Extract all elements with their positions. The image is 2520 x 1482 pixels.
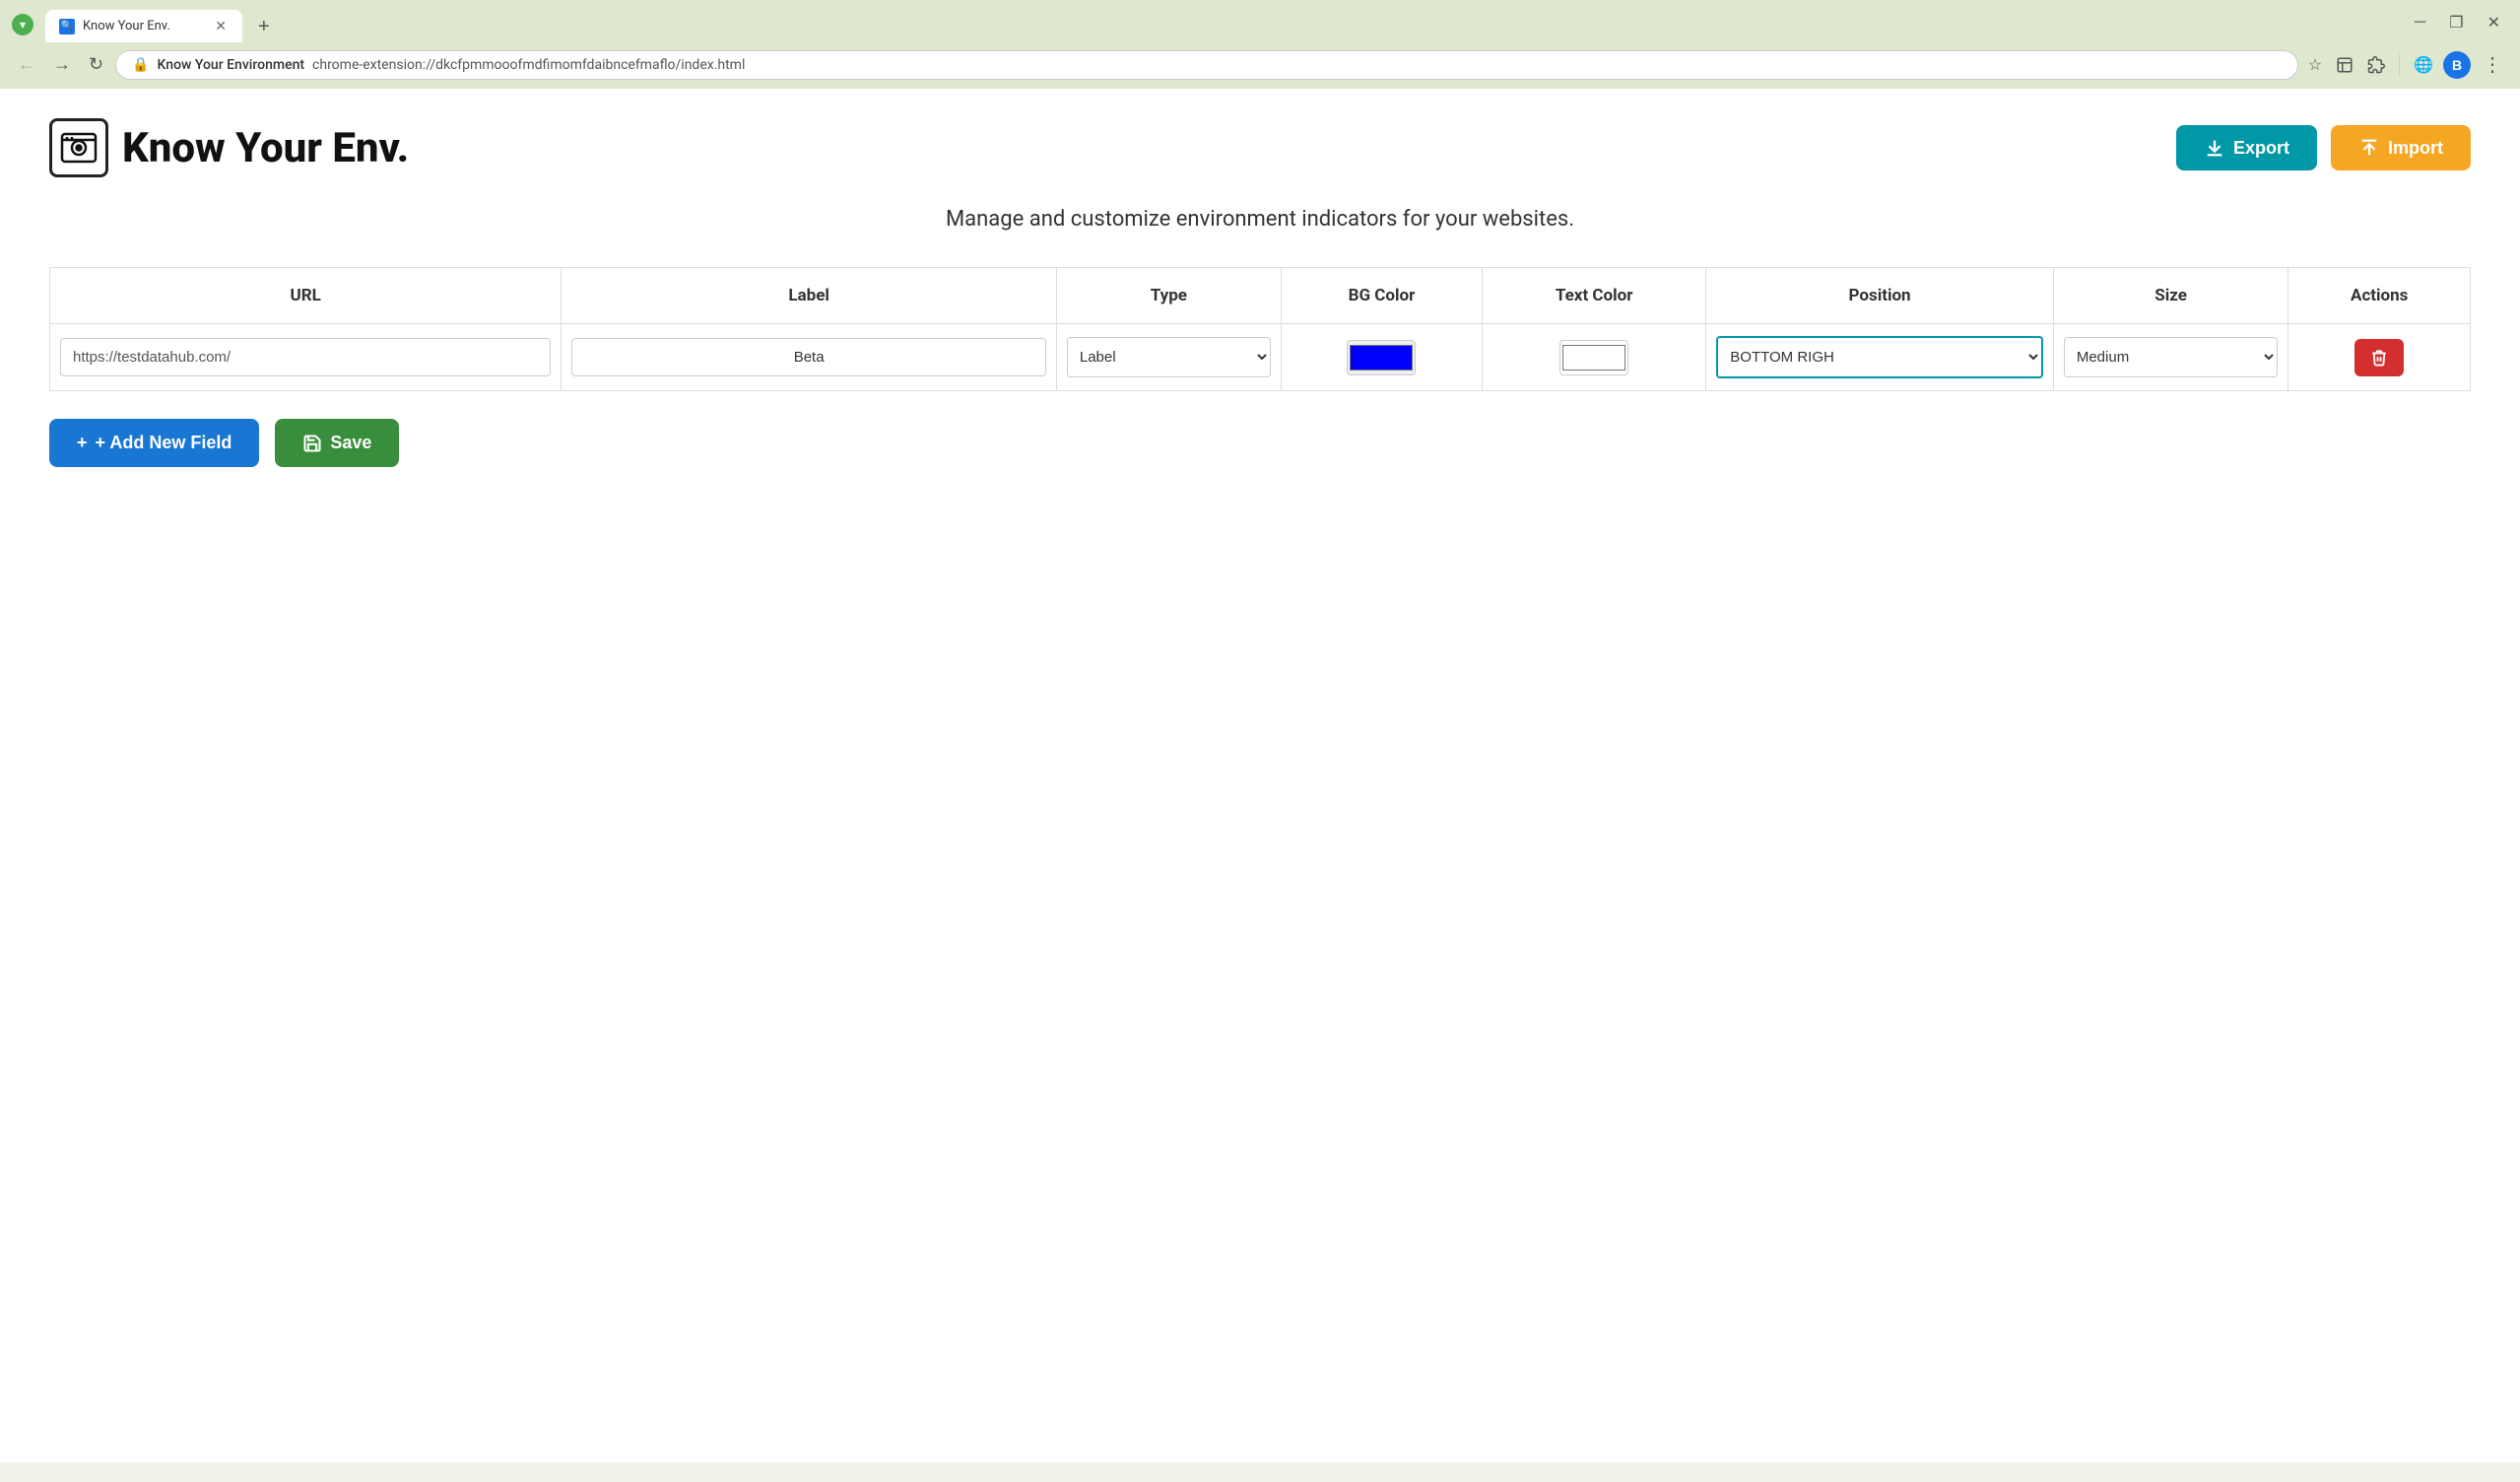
url-cell (50, 324, 562, 391)
import-icon (2358, 137, 2380, 159)
close-button[interactable]: ✕ (2480, 11, 2508, 34)
label-cell (562, 324, 1056, 391)
delete-row-button[interactable] (2354, 339, 2404, 376)
text-color-cell (1483, 324, 1706, 391)
profile-button[interactable]: B (2443, 51, 2471, 79)
add-field-label: + Add New Field (96, 433, 232, 453)
url-input[interactable] (60, 338, 551, 376)
col-header-text-color: Text Color (1483, 268, 1706, 324)
col-header-type: Type (1056, 268, 1281, 324)
position-select[interactable]: BOTTOM RIGH BOTTOM LEFT TOP RIGHT TOP LE… (1716, 336, 2043, 378)
import-button[interactable]: Import (2331, 125, 2471, 170)
header-buttons: Export Import (2176, 125, 2471, 170)
menu-button[interactable]: ⋮ (2477, 48, 2508, 81)
text-color-input[interactable] (1559, 340, 1628, 375)
add-icon: + (77, 433, 88, 453)
restore-button[interactable]: ❐ (2441, 11, 2471, 34)
save-button[interactable]: Save (275, 419, 399, 467)
new-tab-button[interactable]: + (250, 12, 278, 42)
tab-favicon: 🔍 (59, 19, 75, 34)
minimize-button[interactable]: ─ (2407, 12, 2433, 34)
col-header-size: Size (2053, 268, 2288, 324)
subtitle: Manage and customize environment indicat… (49, 207, 2471, 232)
address-url: chrome-extension://dkcfpmmooofmdfimomfda… (312, 57, 2282, 73)
reload-button[interactable]: ↻ (83, 50, 109, 79)
address-bar-row: ← → ↻ 🔒 Know Your Environment chrome-ext… (0, 42, 2520, 89)
translate-button[interactable]: 🌐 (2410, 51, 2437, 79)
environments-table: URL Label Type BG Color Text Color Posit… (49, 267, 2471, 391)
export-icon (2204, 137, 2225, 159)
active-tab[interactable]: 🔍 Know Your Env. ✕ (45, 10, 242, 42)
page-header: Know Your Env. Export Import (49, 118, 2471, 177)
col-header-position: Position (1706, 268, 2054, 324)
browser-titlebar: ▾ 🔍 Know Your Env. ✕ + ─ ❐ ✕ (0, 0, 2520, 42)
extension-button[interactable] (2363, 52, 2389, 78)
screenshot-button[interactable] (2332, 52, 2357, 78)
size-cell: Small Medium Large (2053, 324, 2288, 391)
bg-color-input[interactable] (1347, 340, 1416, 375)
position-cell: BOTTOM RIGH BOTTOM LEFT TOP RIGHT TOP LE… (1706, 324, 2054, 391)
address-icons: ☆ 🌐 B ⋮ (2304, 48, 2508, 81)
type-select[interactable]: Label Banner Badge (1067, 337, 1271, 377)
table-row: Label Banner Badge BOTTOM RIGH BOTTOM LE… (50, 324, 2471, 391)
address-bar[interactable]: 🔒 Know Your Environment chrome-extension… (115, 50, 2298, 80)
browser-dropdown-button[interactable]: ▾ (12, 14, 33, 35)
actions-cell (2288, 324, 2471, 391)
action-buttons: + + Add New Field Save (49, 419, 2471, 467)
bg-color-cell (1281, 324, 1482, 391)
tab-close-button[interactable]: ✕ (213, 18, 229, 34)
address-lock-icon: 🔒 (132, 57, 149, 73)
label-input[interactable] (571, 338, 1045, 376)
size-select[interactable]: Small Medium Large (2064, 337, 2279, 377)
trash-icon (2370, 349, 2388, 367)
page-content: Know Your Env. Export Import Manage and … (0, 89, 2520, 1462)
export-button[interactable]: Export (2176, 125, 2317, 170)
logo-area: Know Your Env. (49, 118, 409, 177)
col-header-bg-color: BG Color (1281, 268, 1482, 324)
col-header-actions: Actions (2288, 268, 2471, 324)
forward-button[interactable]: → (47, 50, 77, 79)
tab-title: Know Your Env. (83, 19, 205, 34)
save-icon (302, 434, 322, 453)
col-header-label: Label (562, 268, 1056, 324)
col-header-url: URL (50, 268, 562, 324)
window-controls: ─ ❐ ✕ (2407, 11, 2508, 38)
app-logo-icon (49, 118, 108, 177)
import-label: Import (2388, 138, 2443, 159)
address-site-name: Know Your Environment (158, 57, 305, 73)
export-label: Export (2233, 138, 2289, 159)
tab-bar: 🔍 Know Your Env. ✕ + (37, 10, 286, 42)
browser-chrome: ▾ 🔍 Know Your Env. ✕ + ─ ❐ ✕ ← → ↻ 🔒 Kno… (0, 0, 2520, 89)
app-title: Know Your Env. (122, 124, 409, 172)
bookmark-button[interactable]: ☆ (2304, 51, 2326, 79)
save-label: Save (330, 433, 371, 453)
type-cell: Label Banner Badge (1056, 324, 1281, 391)
back-button[interactable]: ← (12, 50, 41, 79)
add-new-field-button[interactable]: + + Add New Field (49, 419, 259, 467)
